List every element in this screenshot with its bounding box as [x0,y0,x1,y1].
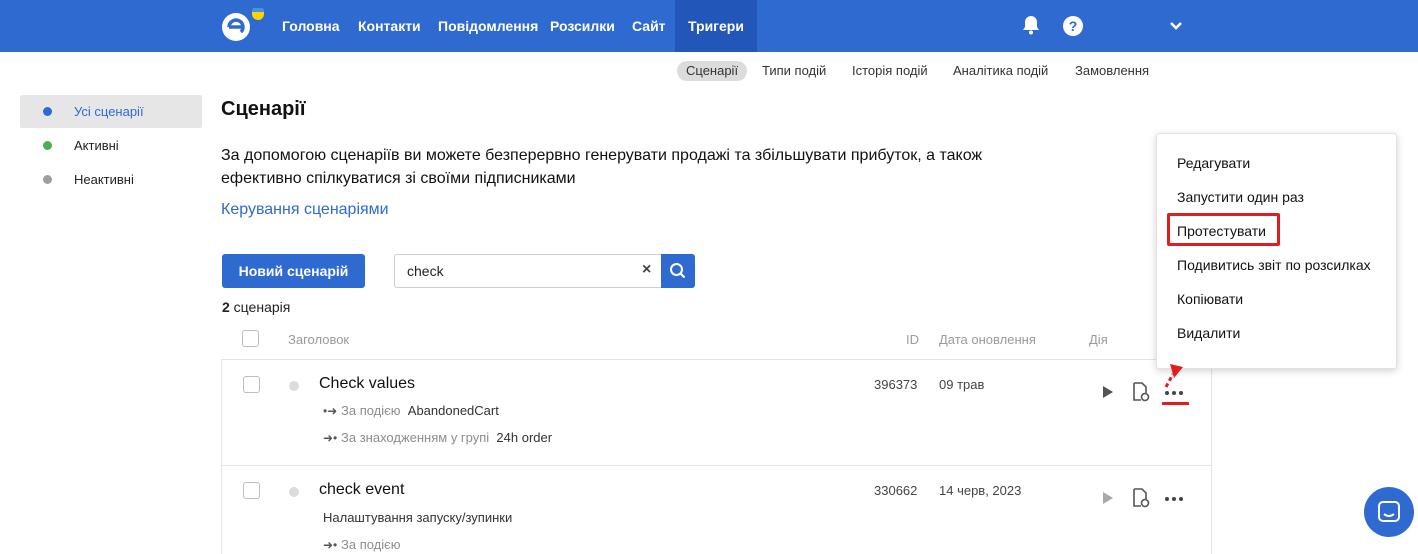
more-icon[interactable] [1164,496,1184,502]
scenario-count: 2 сценарія [222,299,290,315]
sidebar-item-label: Активні [74,138,119,153]
group-arrow-icon: ➜• [323,431,338,445]
red-arrow-annotation [1164,364,1183,388]
column-header-title: Заголовок [288,332,350,347]
scenario-date: 14 черв, 2023 [939,483,1022,498]
row-checkbox[interactable] [243,376,260,393]
trigger-line: ➜• За знаходженням у групі 24h order [323,430,552,445]
trigger-value: AbandonedCart [407,403,499,418]
trigger-type: За подією [341,537,401,552]
status-dot [43,175,52,184]
menu-item-report[interactable]: Подивитись звіт по розсилках [1177,257,1371,273]
table-row: Check values 396373 09 трав •➜ За подією … [221,359,1212,466]
trigger-type: За подією [341,403,401,418]
new-scenario-button[interactable]: Новий сценарій [222,254,365,288]
status-dot [289,487,299,497]
status-dot [43,141,52,150]
column-header-id: ID [906,332,919,347]
nav-triggers[interactable]: Тригери [675,0,757,52]
report-icon[interactable] [1131,488,1151,508]
help-icon[interactable]: ? [1063,16,1083,36]
nav-home[interactable]: Головна [282,0,340,52]
report-icon[interactable] [1131,382,1151,402]
sidebar-item-all[interactable]: Усі сценарії [20,95,202,128]
status-dot [43,107,52,116]
scenario-id: 396373 [874,377,918,392]
subnav-event-analytics[interactable]: Аналітика подій [953,61,1048,81]
nav-messages[interactable]: Повідомлення [438,0,538,52]
subnav-event-types[interactable]: Типи подій [762,61,826,81]
subnav-event-history[interactable]: Історія подій [852,61,928,81]
actions-dropdown: Редагувати Запустити один раз Протестува… [1156,133,1397,369]
nav-site[interactable]: Сайт [632,0,666,52]
page-description: За допомогою сценаріїв ви можете безпере… [221,147,983,187]
event-arrow-icon: •➜ [323,404,338,418]
scenario-title[interactable]: check event [319,481,404,499]
sidebar-item-active[interactable]: Активні [20,129,202,162]
select-all-checkbox[interactable] [242,330,259,347]
column-header-updated: Дата оновлення [939,332,1036,347]
setup-line: Налаштування запуску/зупинки [323,510,513,525]
scenario-count-number: 2 [222,299,230,315]
scenario-id: 330662 [874,483,918,498]
column-header-action: Дія [1089,332,1108,347]
nav-campaigns[interactable]: Розсилки [550,0,615,52]
close-icon[interactable]: × [642,261,651,279]
subnav-orders[interactable]: Замовлення [1075,61,1149,81]
trigger-type: За знаходженням у групі [341,430,490,445]
trigger-line: •➜ За подією AbandonedCart [323,403,499,418]
bell-icon[interactable] [1020,14,1042,36]
menu-item-edit[interactable]: Редагувати [1177,155,1250,171]
scenario-title[interactable]: Check values [319,375,415,393]
table-row: check event 330662 14 черв, 2023 Налашту… [221,465,1212,554]
chevron-down-icon[interactable] [1168,18,1184,34]
menu-item-delete[interactable]: Видалити [1177,325,1240,341]
play-icon[interactable] [1101,385,1115,399]
sidebar-item-label: Неактивні [74,172,134,187]
nav-contacts[interactable]: Контакти [358,0,421,52]
trigger-line: ➜• За подією [323,537,401,552]
scenario-date: 09 трав [939,377,985,392]
chat-widget-button[interactable] [1364,487,1414,537]
menu-item-run-once[interactable]: Запустити один раз [1177,189,1304,205]
play-icon[interactable] [1101,491,1115,505]
search-button[interactable] [661,254,695,288]
subnav-scenarios[interactable]: Сценарії [677,61,748,81]
search-icon [670,263,686,279]
row-checkbox[interactable] [243,482,260,499]
top-navbar: Головна Контакти Повідомлення Розсилки С… [0,0,1418,52]
status-dot [289,381,299,391]
search-input[interactable]: check [394,254,662,288]
sidebar-item-label: Усі сценарії [74,104,144,119]
trigger-value: 24h order [496,430,553,445]
sidebar-item-inactive[interactable]: Неактивні [20,163,202,196]
menu-item-copy[interactable]: Копіювати [1177,291,1243,307]
highlight-box [1167,213,1280,246]
group-arrow-icon: ➜• [323,538,338,552]
scenario-count-label: сценарія [229,299,291,315]
chat-icon [1378,501,1400,522]
esputnik-logo[interactable] [220,8,266,44]
page-title: Сценарії [221,98,306,120]
manage-scenarios-link[interactable]: Керування сценаріями [221,201,389,219]
